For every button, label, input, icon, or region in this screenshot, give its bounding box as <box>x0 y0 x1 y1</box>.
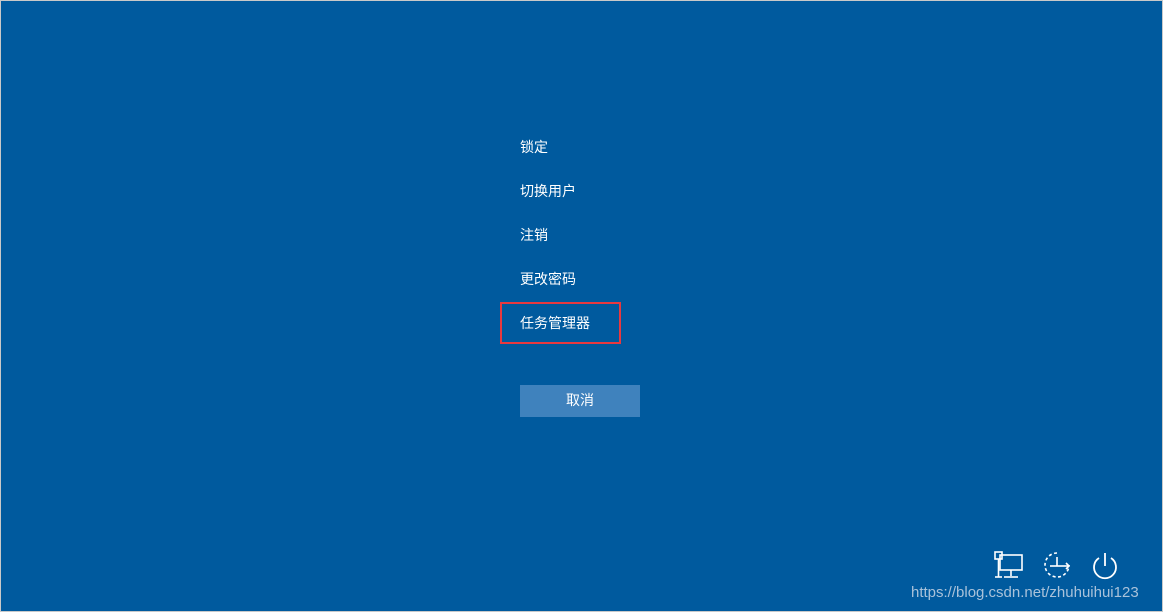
power-icon[interactable] <box>1088 549 1122 583</box>
lock-option[interactable]: 锁定 <box>520 138 548 158</box>
network-icon[interactable] <box>992 549 1026 583</box>
watermark-text: https://blog.csdn.net/zhuhuihui123 <box>911 584 1139 601</box>
security-options-screen: 锁定 切换用户 注销 更改密码 任务管理器 取消 https://blog.cs… <box>1 1 1162 611</box>
sign-out-option[interactable]: 注销 <box>520 226 548 246</box>
change-password-option[interactable]: 更改密码 <box>520 270 576 290</box>
switch-user-option[interactable]: 切换用户 <box>520 182 576 202</box>
ease-of-access-icon[interactable] <box>1040 549 1074 583</box>
cancel-button[interactable]: 取消 <box>520 385 640 417</box>
task-manager-option[interactable]: 任务管理器 <box>520 314 590 334</box>
